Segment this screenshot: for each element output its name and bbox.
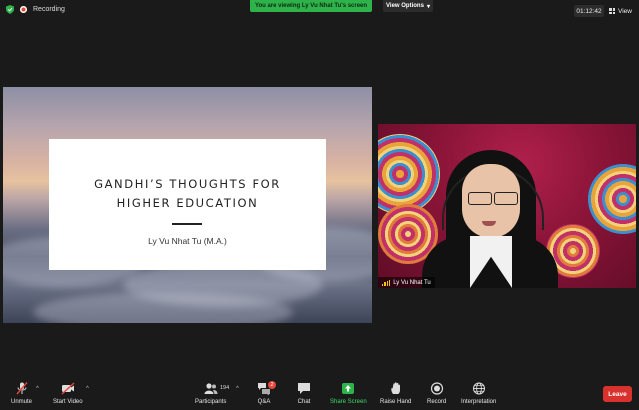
grid-view-icon — [609, 8, 615, 14]
slide-title: GANDHI’S THOUGHTS FOR HIGHER EDUCATION — [49, 175, 326, 213]
view-options-button[interactable]: View Options ▾ — [383, 0, 433, 12]
interpretation-button[interactable]: Interpretation — [461, 382, 496, 405]
raise-hand-button[interactable]: Raise Hand — [380, 382, 411, 405]
start-video-label: Start Video — [53, 399, 83, 405]
share-screen-icon — [342, 383, 355, 394]
chevron-down-icon: ▾ — [426, 3, 430, 10]
record-icon — [430, 382, 443, 395]
unmute-button[interactable]: Unmute — [11, 382, 32, 405]
mandala-pattern — [588, 164, 636, 234]
recording-indicator: Recording — [6, 5, 65, 14]
shared-screen: GANDHI’S THOUGHTS FOR HIGHER EDUCATION L… — [3, 87, 372, 323]
participants-options-caret-icon[interactable]: ^ — [236, 386, 239, 392]
qa-label: Q&A — [257, 399, 271, 405]
slide-subtitle: Ly Vu Nhat Tu (M.A.) — [148, 236, 227, 246]
audio-options-caret-icon[interactable]: ^ — [36, 386, 39, 392]
participant-count: 194 — [220, 385, 230, 391]
participants-label: Participants — [195, 399, 227, 405]
glasses — [460, 192, 522, 205]
screen-share-banner: You are viewing Ly Vu Nhat Tu's screen — [250, 0, 372, 12]
record-label: Record — [427, 399, 447, 405]
view-label: View — [618, 7, 632, 15]
meeting-toolbar: Unmute ^ Start Video ^ Participants 194 … — [0, 378, 639, 410]
globe-icon — [472, 382, 485, 395]
interpretation-label: Interpretation — [461, 399, 497, 405]
meeting-timer: 01:12:42 — [574, 5, 604, 17]
mandala-pattern — [378, 134, 440, 214]
view-options-label: View Options — [386, 3, 424, 9]
chat-icon — [298, 383, 310, 394]
top-bar: Recording You are viewing Ly Vu Nhat Tu'… — [0, 0, 639, 22]
camera-off-icon — [61, 382, 75, 395]
start-video-button[interactable]: Start Video — [53, 382, 83, 405]
chat-button[interactable]: Chat — [297, 382, 311, 405]
slide-title-line-2: HIGHER EDUCATION — [116, 196, 259, 210]
video-options-caret-icon[interactable]: ^ — [86, 386, 89, 392]
participant-video[interactable]: Ly Vu Nhat Tu — [378, 124, 636, 288]
recording-dot-icon — [20, 6, 27, 13]
raise-hand-icon — [390, 382, 400, 394]
participant-name: Ly Vu Nhat Tu — [393, 279, 431, 286]
slide-divider — [172, 223, 202, 225]
recording-label: Recording — [33, 6, 65, 13]
raise-hand-label: Raise Hand — [380, 399, 412, 405]
slide-title-card: GANDHI’S THOUGHTS FOR HIGHER EDUCATION L… — [49, 139, 326, 270]
participant-name-tag: Ly Vu Nhat Tu — [378, 277, 435, 288]
shield-icon — [6, 5, 14, 14]
microphone-muted-icon — [15, 382, 28, 395]
share-screen-label: Share Screen — [330, 399, 367, 405]
unmute-label: Unmute — [11, 399, 33, 405]
signal-strength-icon — [382, 279, 391, 286]
chat-label: Chat — [297, 399, 311, 405]
participants-icon — [204, 383, 218, 394]
qa-notification-badge: 2 — [268, 381, 276, 389]
leave-button[interactable]: Leave — [603, 386, 632, 402]
share-screen-button[interactable]: Share Screen — [330, 382, 367, 405]
view-button[interactable]: View — [609, 5, 635, 17]
slide-title-line-1: GANDHI’S THOUGHTS FOR — [94, 177, 281, 191]
record-button[interactable]: Record — [427, 382, 446, 405]
